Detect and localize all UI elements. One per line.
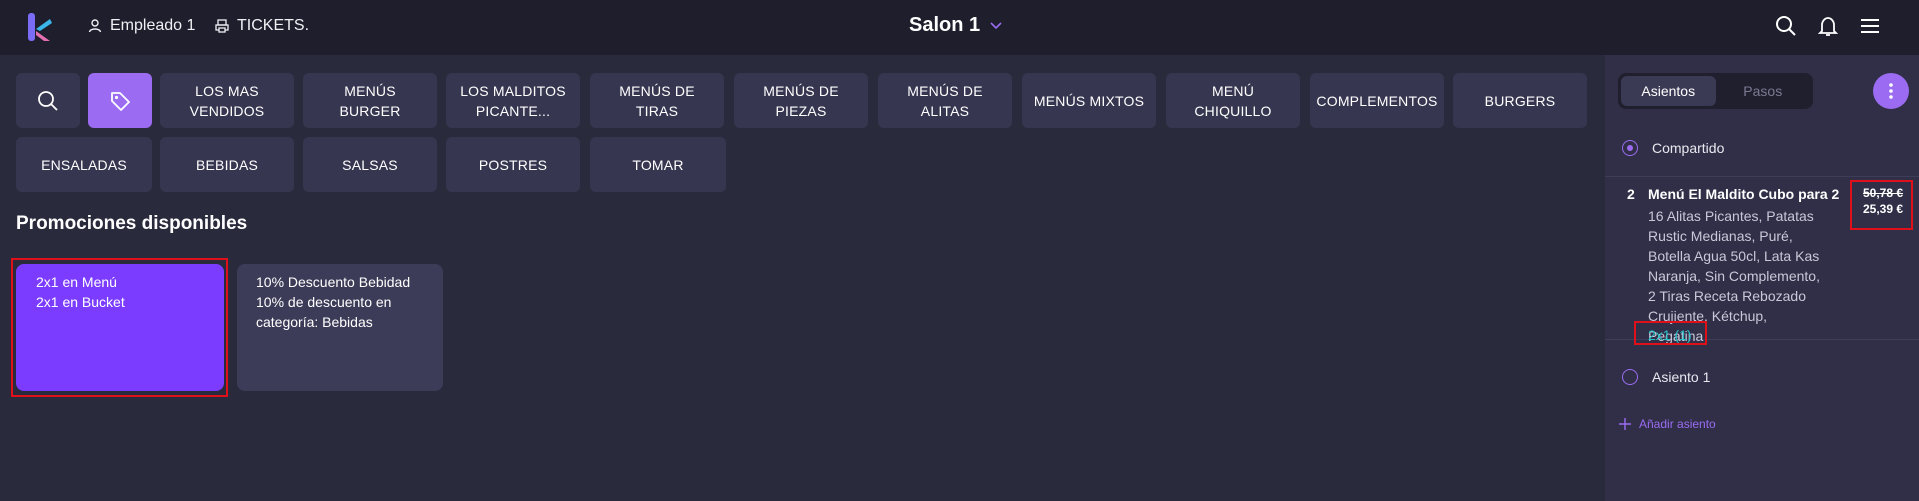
tab-pasos[interactable]: Pasos	[1716, 76, 1811, 106]
bell-icon[interactable]	[1817, 15, 1839, 37]
category-los-mas-vendidos[interactable]: LOS MAS VENDIDOS	[160, 73, 294, 128]
promotions-title: Promociones disponibles	[16, 213, 248, 234]
category-bebidas[interactable]: BEBIDAS	[160, 137, 294, 192]
promo-line: 10% Descuento Bebidad	[256, 274, 411, 290]
tickets-button[interactable]: TICKETS.	[215, 17, 309, 35]
promotions-button[interactable]	[88, 73, 152, 128]
tab-asientos[interactable]: Asientos	[1621, 76, 1716, 106]
promo-card-2x1[interactable]: 2x1 en Menú 2x1 en Bucket	[16, 264, 224, 391]
seat-label: Compartido	[1652, 140, 1725, 156]
order-panel: Asientos Pasos Compartido 2 Menú El Mald…	[1605, 55, 1919, 501]
category-menus-de-piezas[interactable]: MENÚS DE PIEZAS	[734, 73, 868, 128]
category-menus-de-alitas[interactable]: MENÚS DE ALITAS	[878, 73, 1012, 128]
price-new: 25,39 €	[1863, 202, 1904, 216]
radio-unselected-icon	[1622, 369, 1638, 385]
item-description: 16 Alitas Picantes, Patatas Rustic Media…	[1648, 208, 1820, 344]
category-ensaladas[interactable]: ENSALADAS	[16, 137, 152, 192]
salon-title: Salon 1	[909, 14, 981, 36]
radio-selected-icon	[1622, 140, 1638, 156]
item-name: Menú El Maldito Cubo para 2	[1648, 186, 1840, 202]
search-icon	[38, 90, 58, 111]
add-seat-label: Añadir asiento	[1639, 417, 1716, 431]
tag-icon	[111, 91, 130, 111]
user-icon	[88, 19, 102, 33]
category-menus-mixtos[interactable]: MENÚS MIXTOS	[1022, 73, 1156, 128]
seat-shared[interactable]: Compartido	[1622, 140, 1724, 156]
menu-icon[interactable]	[1859, 15, 1881, 37]
item-promo: 2x1 (1)	[1648, 327, 1692, 343]
plus-icon	[1619, 418, 1631, 430]
user-menu[interactable]: Empleado 1	[88, 17, 195, 35]
category-postres[interactable]: POSTRES	[446, 137, 580, 192]
printer-icon	[215, 19, 229, 33]
more-options-button[interactable]	[1873, 73, 1909, 109]
item-qty: 2	[1627, 186, 1635, 202]
category-complementos[interactable]: COMPLEMENTOS	[1310, 73, 1444, 128]
top-icons	[1775, 15, 1881, 37]
more-vertical-icon	[1889, 83, 1893, 99]
category-menus-burger[interactable]: MENÚS BURGER	[303, 73, 437, 128]
add-seat-button[interactable]: Añadir asiento	[1619, 417, 1716, 431]
search-icon[interactable]	[1775, 15, 1797, 37]
category-los-malditos-picante[interactable]: LOS MALDITOS PICANTE...	[446, 73, 580, 128]
tickets-label: TICKETS.	[237, 17, 310, 34]
promo-card-drinks-discount[interactable]: 10% Descuento Bebidad 10% de descuento e…	[237, 264, 443, 391]
search-button[interactable]	[16, 73, 80, 128]
top-bar: Empleado 1 TICKETS. Salon 1	[0, 0, 1919, 55]
promo-line: 10% de descuento en categoría: Bebidas	[256, 294, 392, 330]
promo-line: 2x1 en Menú	[36, 274, 117, 290]
category-tomar[interactable]: TOMAR	[590, 137, 726, 192]
main-area: LOS MAS VENDIDOS MENÚS BURGER LOS MALDIT…	[0, 55, 1605, 501]
salon-selector[interactable]: Salon 1	[909, 14, 1002, 37]
category-burgers[interactable]: BURGERS	[1453, 73, 1587, 128]
user-label: Empleado 1	[110, 17, 196, 34]
view-toggle: Asientos Pasos	[1618, 73, 1813, 109]
price-old: 50,78 €	[1863, 186, 1904, 200]
seat-label: Asiento 1	[1652, 369, 1711, 385]
app-logo	[28, 13, 52, 41]
chevron-down-icon	[990, 21, 1002, 29]
seat-1[interactable]: Asiento 1	[1622, 369, 1710, 385]
category-menus-de-tiras[interactable]: MENÚS DE TIRAS	[590, 73, 724, 128]
category-salsas[interactable]: SALSAS	[303, 137, 437, 192]
category-menu-chiquillo[interactable]: MENÚ CHIQUILLO	[1166, 73, 1300, 128]
promo-line: 2x1 en Bucket	[36, 294, 125, 310]
